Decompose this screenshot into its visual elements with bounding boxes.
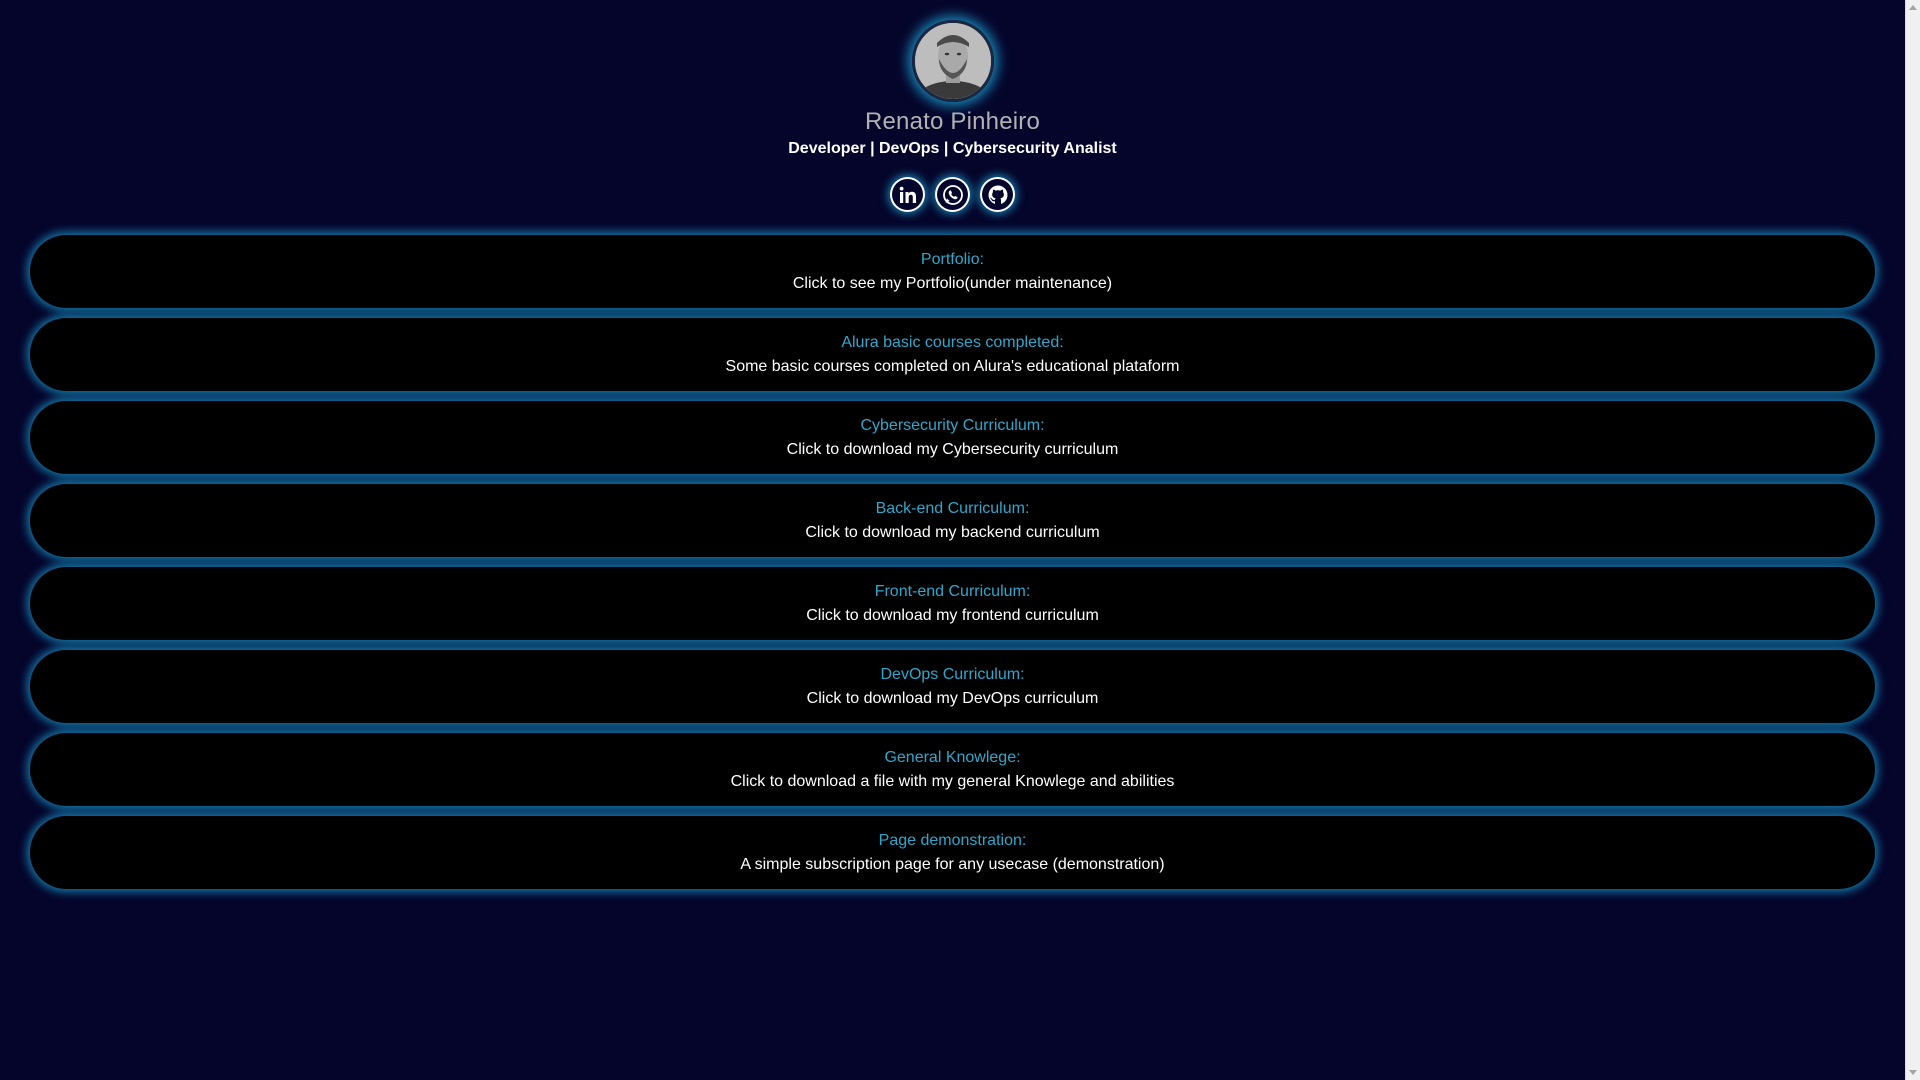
profile-headline: Developer | DevOps | Cybersecurity Anali… [788, 140, 1117, 157]
link-alura-courses[interactable]: Alura basic courses completed: Some basi… [30, 318, 1875, 391]
link-page-demonstration[interactable]: Page demonstration: A simple subscriptio… [30, 816, 1875, 889]
link-description: Click to download my backend curriculum [805, 524, 1100, 541]
link-devops-curriculum[interactable]: DevOps Curriculum: Click to download my … [30, 650, 1875, 723]
link-title: DevOps Curriculum: [880, 666, 1025, 683]
link-list: Portfolio: Click to see my Portfolio(und… [30, 235, 1875, 889]
link-cybersecurity-curriculum[interactable]: Cybersecurity Curriculum: Click to downl… [30, 401, 1875, 474]
page: Renato Pinheiro Developer | DevOps | Cyb… [0, 0, 1920, 1080]
link-description: Some basic courses completed on Alura's … [725, 358, 1180, 375]
link-description: A simple subscription page for any useca… [740, 856, 1165, 873]
github-icon [982, 179, 1013, 210]
link-description: Click to see my Portfolio(under maintena… [792, 275, 1113, 292]
main-content: Renato Pinheiro Developer | DevOps | Cyb… [0, 0, 1905, 889]
link-title: General Knowlege: [884, 749, 1021, 766]
link-title: Alura basic courses completed: [841, 334, 1064, 351]
avatar [911, 20, 994, 102]
link-general-knowledge[interactable]: General Knowlege: Click to download a fi… [30, 733, 1875, 806]
link-title: Cybersecurity Curriculum: [860, 417, 1045, 434]
linkedin-button[interactable] [890, 177, 925, 212]
whatsapp-icon [937, 179, 968, 210]
link-portfolio[interactable]: Portfolio: Click to see my Portfolio(und… [30, 235, 1875, 308]
vertical-scrollbar[interactable] [1905, 0, 1920, 1080]
profile-header: Renato Pinheiro Developer | DevOps | Cyb… [0, 0, 1905, 212]
whatsapp-button[interactable] [935, 177, 970, 212]
link-frontend-curriculum[interactable]: Front-end Curriculum: Click to download … [30, 567, 1875, 640]
scroll-down-icon[interactable] [1909, 1070, 1917, 1075]
link-title: Back-end Curriculum: [875, 500, 1030, 517]
linkedin-icon [892, 179, 923, 210]
profile-name: Renato Pinheiro [864, 108, 1041, 135]
scroll-up-icon[interactable] [1909, 5, 1917, 10]
link-backend-curriculum[interactable]: Back-end Curriculum: Click to download m… [30, 484, 1875, 557]
link-description: Click to download a file with my general… [730, 773, 1175, 790]
link-title: Page demonstration: [878, 832, 1027, 849]
link-description: Click to download my DevOps curriculum [806, 690, 1099, 707]
link-description: Click to download my frontend curriculum [806, 607, 1099, 624]
link-title: Front-end Curriculum: [874, 583, 1031, 600]
github-button[interactable] [980, 177, 1015, 212]
link-description: Click to download my Cybersecurity curri… [786, 441, 1119, 458]
social-links [890, 177, 1015, 212]
profile-photo-icon [914, 23, 991, 99]
link-title: Portfolio: [920, 251, 985, 268]
